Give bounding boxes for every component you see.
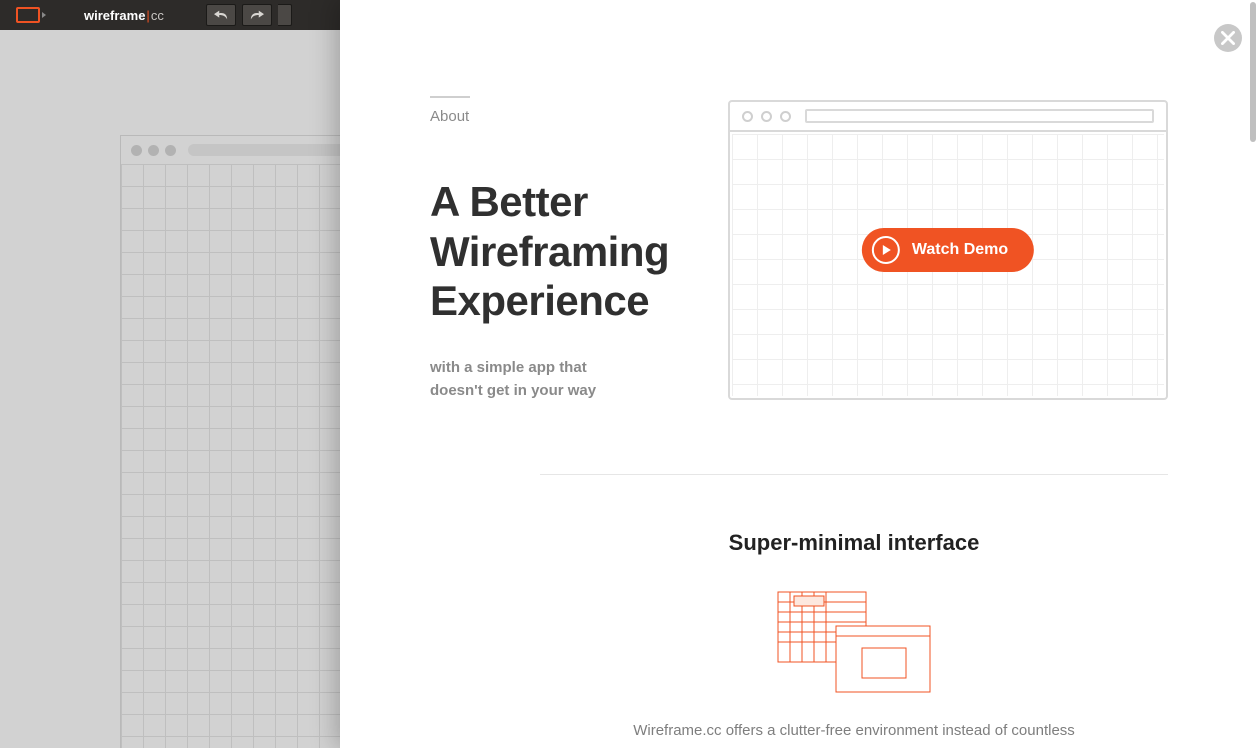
hero-subtext: with a simple app that doesn't get in yo… [430,356,620,403]
preview-browser-chrome [730,102,1166,132]
device-picker[interactable] [0,0,56,30]
extra-toolbar-button[interactable] [278,4,292,26]
close-button[interactable] [1214,24,1242,52]
feature-section: Super-minimal interface [540,530,1168,739]
close-icon [1221,31,1235,45]
traffic-light-dot [131,145,142,156]
demo-preview: Watch Demo [728,100,1168,400]
play-icon [872,236,900,264]
traffic-light-dot [165,145,176,156]
feature-body: Wireframe.cc offers a clutter-free envir… [594,722,1114,739]
watch-demo-label: Watch Demo [912,241,1008,259]
kicker-label: About [430,108,720,125]
url-bar-icon [805,109,1154,123]
redo-icon [250,10,264,20]
hero-headline: A Better Wireframing Experience [430,177,720,326]
traffic-light-icon [761,111,772,122]
scrollbar-thumb[interactable] [1250,2,1256,142]
modal-scrollbar[interactable] [1248,0,1258,748]
traffic-light-dot [148,145,159,156]
undo-icon [214,10,228,20]
about-modal: About A Better Wireframing Experience wi… [340,0,1258,748]
undo-button[interactable] [206,4,236,26]
logo-text-suffix: cc [151,8,164,23]
kicker-rule [430,96,470,98]
browser-device-icon [16,7,40,23]
traffic-light-icon [780,111,791,122]
traffic-light-icon [742,111,753,122]
feature-title: Super-minimal interface [540,530,1168,556]
feature-illustration [774,588,934,698]
hero-section: About A Better Wireframing Experience wi… [430,96,720,402]
watch-demo-button[interactable]: Watch Demo [862,228,1034,272]
logo-text-main: wireframe [84,8,145,23]
section-divider [540,474,1168,475]
history-buttons [192,0,292,30]
app-logo[interactable]: wireframe|cc [56,0,192,30]
redo-button[interactable] [242,4,272,26]
